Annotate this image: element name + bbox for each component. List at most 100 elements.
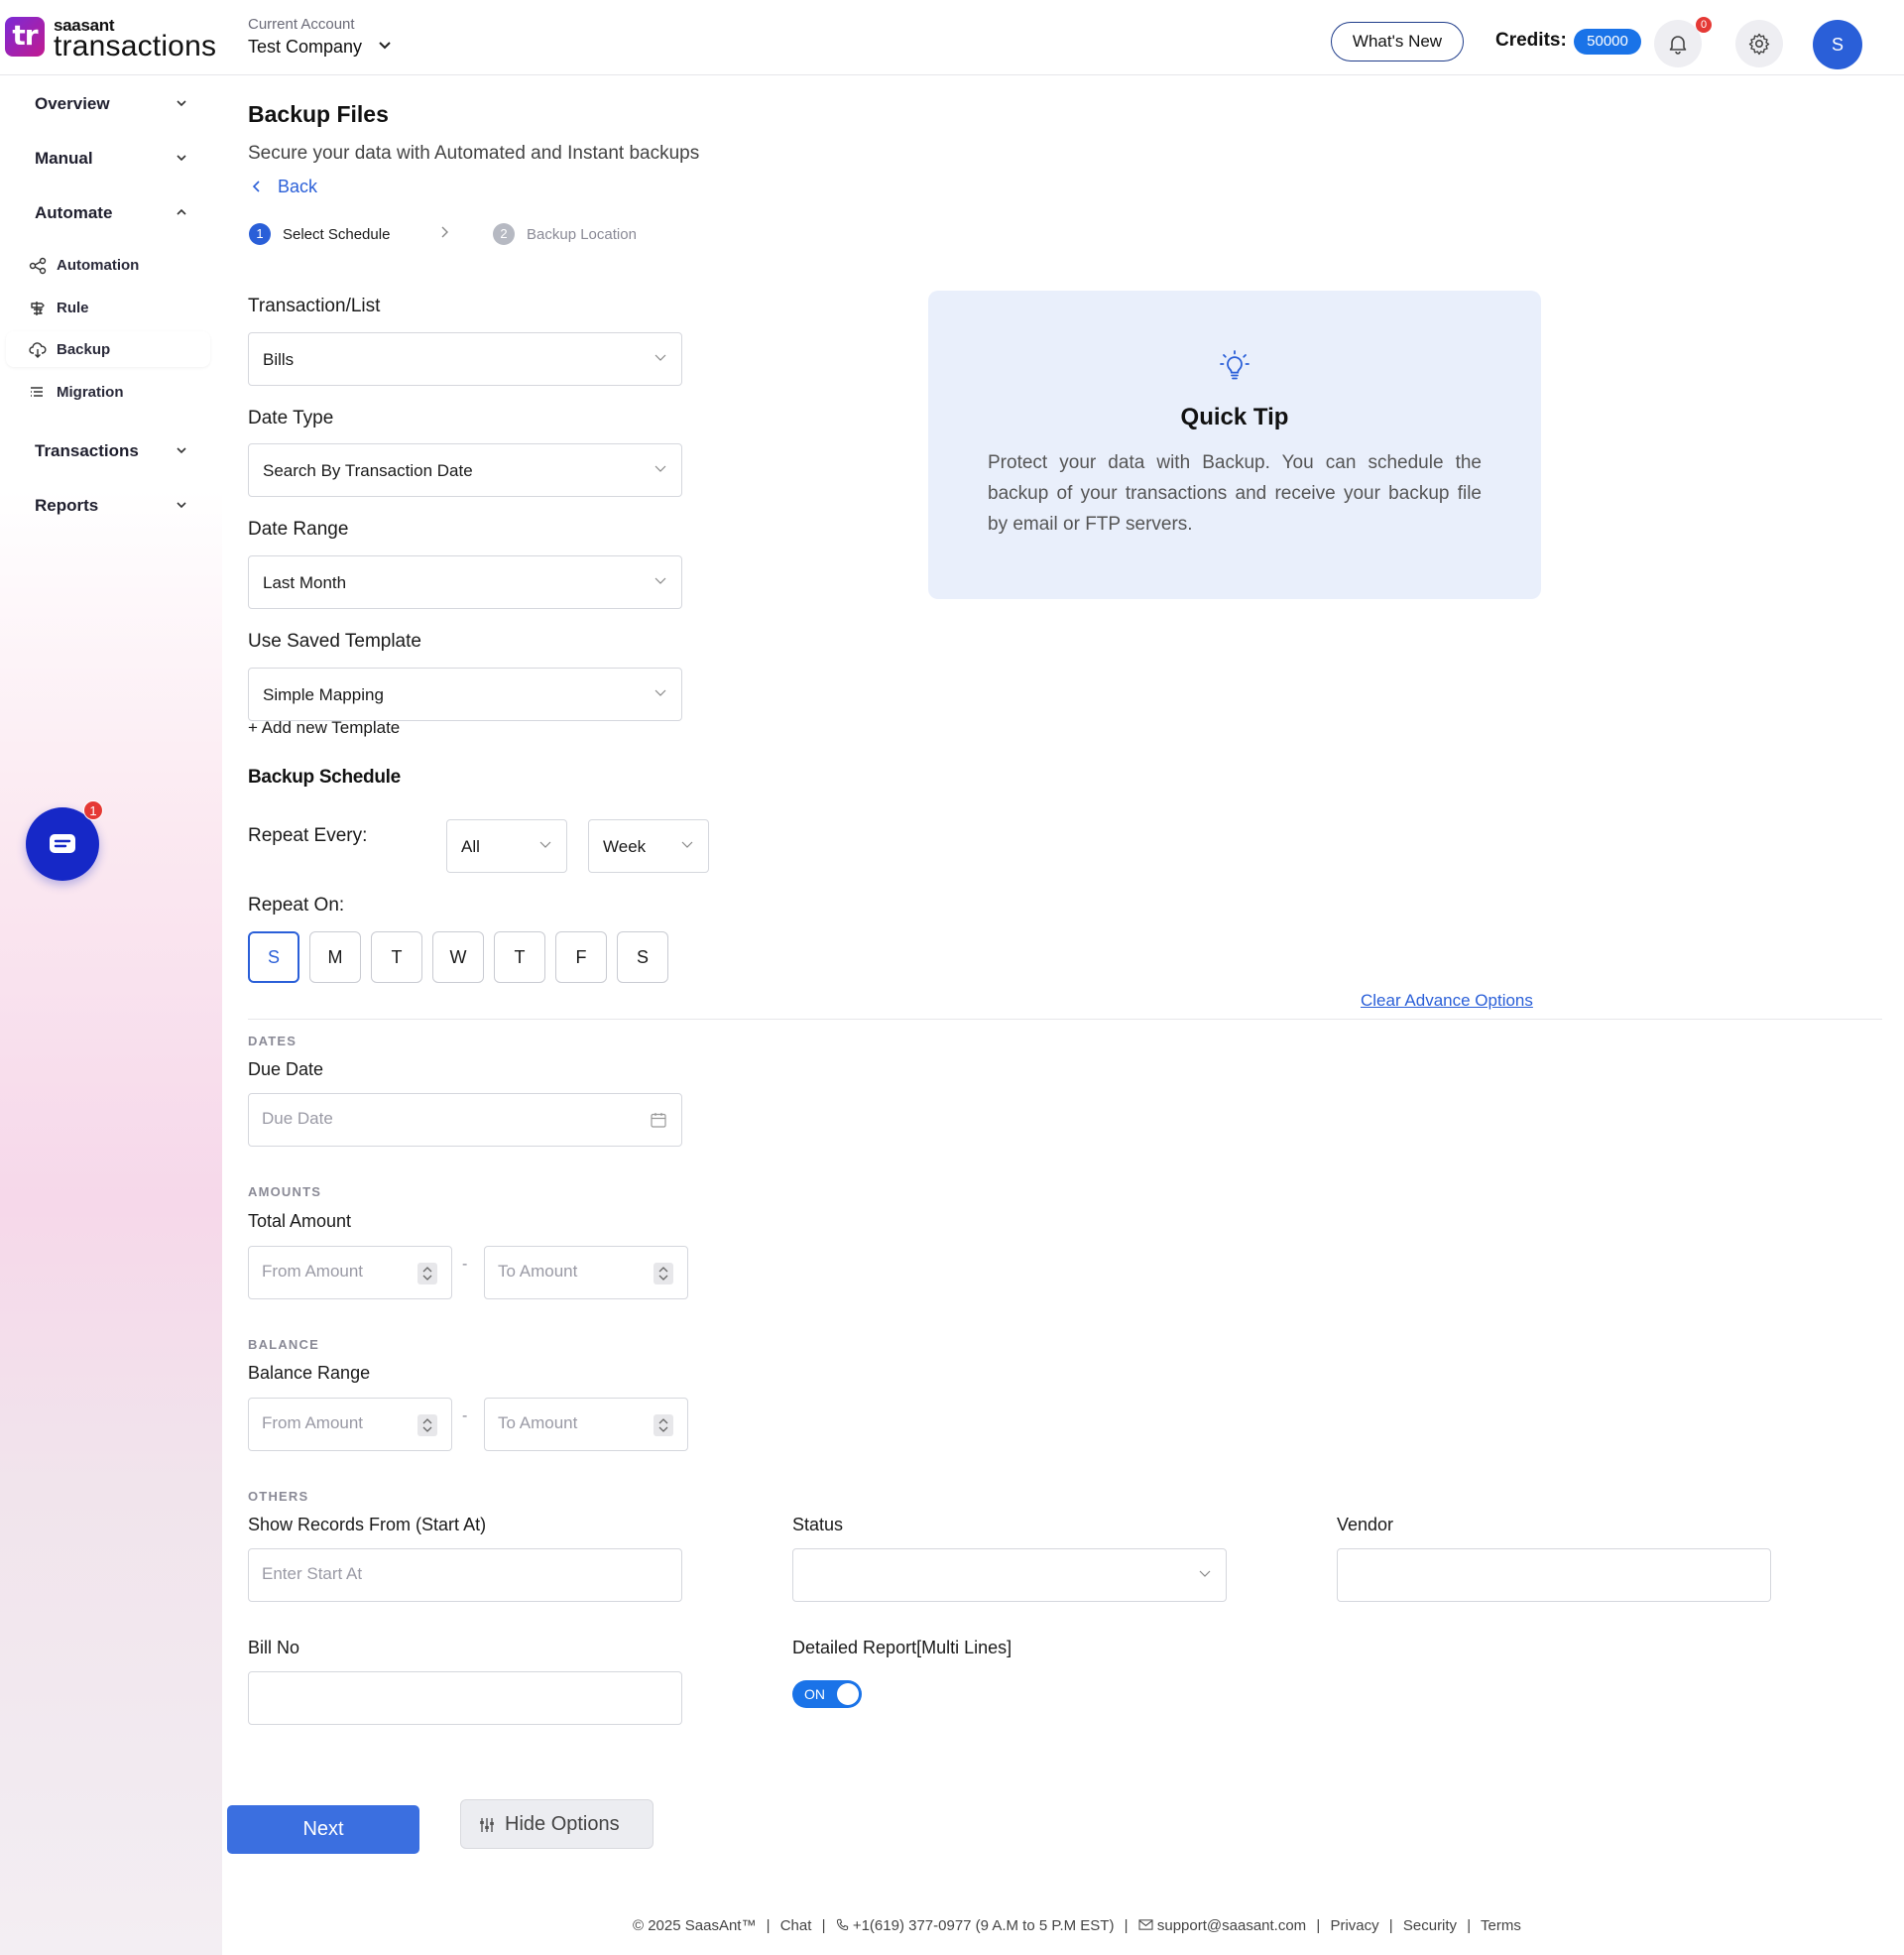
sidebar-item-automate[interactable]: Automate bbox=[35, 203, 112, 223]
balance-from-amount-field[interactable] bbox=[248, 1398, 452, 1451]
page-title: Backup Files bbox=[248, 101, 389, 127]
footer-phone[interactable]: +1(619) 377-0977 (9 A.M to 5 P.M EST) bbox=[853, 1917, 1115, 1934]
lightbulb-icon bbox=[1220, 350, 1250, 380]
footer-email[interactable]: support@saasant.com bbox=[1157, 1917, 1306, 1934]
sidebar-item-label: Backup bbox=[57, 341, 111, 358]
step-number: 2 bbox=[493, 223, 515, 245]
footer-terms-link[interactable]: Terms bbox=[1481, 1917, 1521, 1934]
balance-range-label: Balance Range bbox=[248, 1363, 371, 1383]
day-button-tuesday[interactable]: T bbox=[371, 931, 422, 983]
number-stepper[interactable] bbox=[417, 1263, 437, 1284]
chevron-down-icon bbox=[539, 841, 551, 848]
credits-badge: 50000 bbox=[1574, 29, 1641, 55]
add-template-link[interactable]: + Add new Template bbox=[248, 718, 400, 738]
detailed-report-toggle[interactable]: ON bbox=[792, 1680, 862, 1708]
chevron-down-icon[interactable] bbox=[175, 443, 188, 457]
logo-product: transactions bbox=[54, 30, 217, 62]
total-from-amount-field[interactable] bbox=[248, 1246, 452, 1299]
sidebar-item-backup[interactable]: Backup bbox=[6, 331, 210, 367]
chat-icon bbox=[50, 834, 75, 853]
footer-security-link[interactable]: Security bbox=[1403, 1917, 1457, 1934]
day-button-friday[interactable]: F bbox=[555, 931, 607, 983]
day-button-thursday[interactable]: T bbox=[494, 931, 545, 983]
day-button-wednesday[interactable]: W bbox=[432, 931, 484, 983]
footer-chat-link[interactable]: Chat bbox=[780, 1917, 812, 1934]
bill-no-input[interactable] bbox=[262, 1687, 608, 1707]
chevron-down-icon[interactable] bbox=[377, 38, 393, 54]
day-button-monday[interactable]: M bbox=[309, 931, 361, 983]
sidebar-item-transactions[interactable]: Transactions bbox=[35, 441, 139, 461]
footer-privacy-link[interactable]: Privacy bbox=[1330, 1917, 1378, 1934]
settings-button[interactable] bbox=[1735, 20, 1783, 67]
credits-label: Credits: bbox=[1495, 30, 1567, 51]
clear-advance-options-link[interactable]: Clear Advance Options bbox=[1361, 991, 1533, 1011]
balance-to-amount-input[interactable] bbox=[498, 1413, 637, 1433]
sliders-icon bbox=[480, 1818, 494, 1832]
repeat-every-label: Repeat Every: bbox=[248, 825, 368, 846]
vendor-field[interactable] bbox=[1337, 1548, 1771, 1602]
balance-from-amount-input[interactable] bbox=[262, 1413, 401, 1433]
hide-options-button[interactable]: Hide Options bbox=[460, 1799, 654, 1849]
show-records-field[interactable] bbox=[248, 1548, 682, 1602]
account-label: Current Account bbox=[248, 16, 355, 33]
step-backup-location[interactable]: Backup Location bbox=[527, 226, 637, 243]
date-type-select[interactable]: Search By Transaction Date bbox=[248, 443, 682, 497]
sidebar-item-rule[interactable]: Rule bbox=[29, 290, 211, 325]
footer-copyright: © 2025 SaasAnt™ bbox=[633, 1917, 757, 1934]
sidebar-item-migration[interactable]: Migration bbox=[29, 374, 211, 410]
balance-to-amount-field[interactable] bbox=[484, 1398, 688, 1451]
stepper-arrows-icon bbox=[422, 1267, 432, 1281]
gear-icon bbox=[1748, 33, 1770, 56]
total-to-amount-field[interactable] bbox=[484, 1246, 688, 1299]
chevron-up-icon[interactable] bbox=[175, 205, 188, 219]
day-button-sunday[interactable]: S bbox=[248, 931, 299, 983]
notifications-button[interactable] bbox=[1654, 20, 1702, 67]
transaction-list-select[interactable]: Bills bbox=[248, 332, 682, 386]
whats-new-button[interactable]: What's New bbox=[1331, 22, 1464, 61]
range-separator: - bbox=[462, 1407, 468, 1424]
day-button-saturday[interactable]: S bbox=[617, 931, 668, 983]
chevron-left-icon[interactable] bbox=[250, 180, 264, 193]
next-button[interactable]: Next bbox=[227, 1805, 419, 1854]
user-avatar[interactable]: S bbox=[1813, 20, 1862, 69]
chevron-down-icon bbox=[654, 689, 666, 696]
vendor-input[interactable] bbox=[1351, 1564, 1697, 1584]
chevron-down-icon[interactable] bbox=[175, 498, 188, 512]
account-selector[interactable]: Test Company bbox=[248, 37, 362, 58]
show-records-input[interactable] bbox=[262, 1564, 608, 1584]
template-select[interactable]: Simple Mapping bbox=[248, 668, 682, 721]
repeat-every-select[interactable]: All bbox=[446, 819, 567, 873]
phone-icon bbox=[836, 1918, 848, 1931]
footer-separator: | bbox=[1467, 1917, 1472, 1934]
number-stepper[interactable] bbox=[417, 1414, 437, 1436]
select-value: Week bbox=[603, 837, 647, 856]
select-value: Simple Mapping bbox=[263, 685, 384, 704]
total-from-amount-input[interactable] bbox=[262, 1262, 401, 1282]
sidebar-item-automation[interactable]: Automation bbox=[29, 247, 211, 283]
backup-schedule-heading: Backup Schedule bbox=[248, 767, 401, 788]
chevron-down-icon bbox=[654, 354, 666, 361]
sidebar-item-manual[interactable]: Manual bbox=[35, 149, 93, 169]
chevron-down-icon bbox=[654, 465, 666, 472]
chevron-down-icon[interactable] bbox=[175, 151, 188, 165]
back-link[interactable]: Back bbox=[278, 177, 317, 197]
bill-no-label: Bill No bbox=[248, 1638, 300, 1657]
step-select-schedule[interactable]: Select Schedule bbox=[283, 226, 390, 243]
due-date-field[interactable] bbox=[248, 1093, 682, 1147]
chevron-down-icon[interactable] bbox=[175, 96, 188, 110]
repeat-unit-select[interactable]: Week bbox=[588, 819, 709, 873]
sidebar-item-label: Rule bbox=[57, 300, 89, 316]
status-select[interactable] bbox=[792, 1548, 1227, 1602]
due-date-input[interactable] bbox=[262, 1109, 608, 1129]
number-stepper[interactable] bbox=[654, 1263, 673, 1284]
calendar-icon[interactable] bbox=[650, 1111, 667, 1129]
footer: © 2025 SaasAnt™ | Chat | +1(619) 377-097… bbox=[633, 1917, 1527, 1934]
stepper-arrows-icon bbox=[658, 1418, 668, 1432]
total-to-amount-input[interactable] bbox=[498, 1262, 637, 1282]
sidebar-item-reports[interactable]: Reports bbox=[35, 496, 98, 516]
date-range-select[interactable]: Last Month bbox=[248, 555, 682, 609]
status-label: Status bbox=[792, 1515, 844, 1534]
bill-no-field[interactable] bbox=[248, 1671, 682, 1725]
sidebar-item-overview[interactable]: Overview bbox=[35, 94, 110, 114]
number-stepper[interactable] bbox=[654, 1414, 673, 1436]
